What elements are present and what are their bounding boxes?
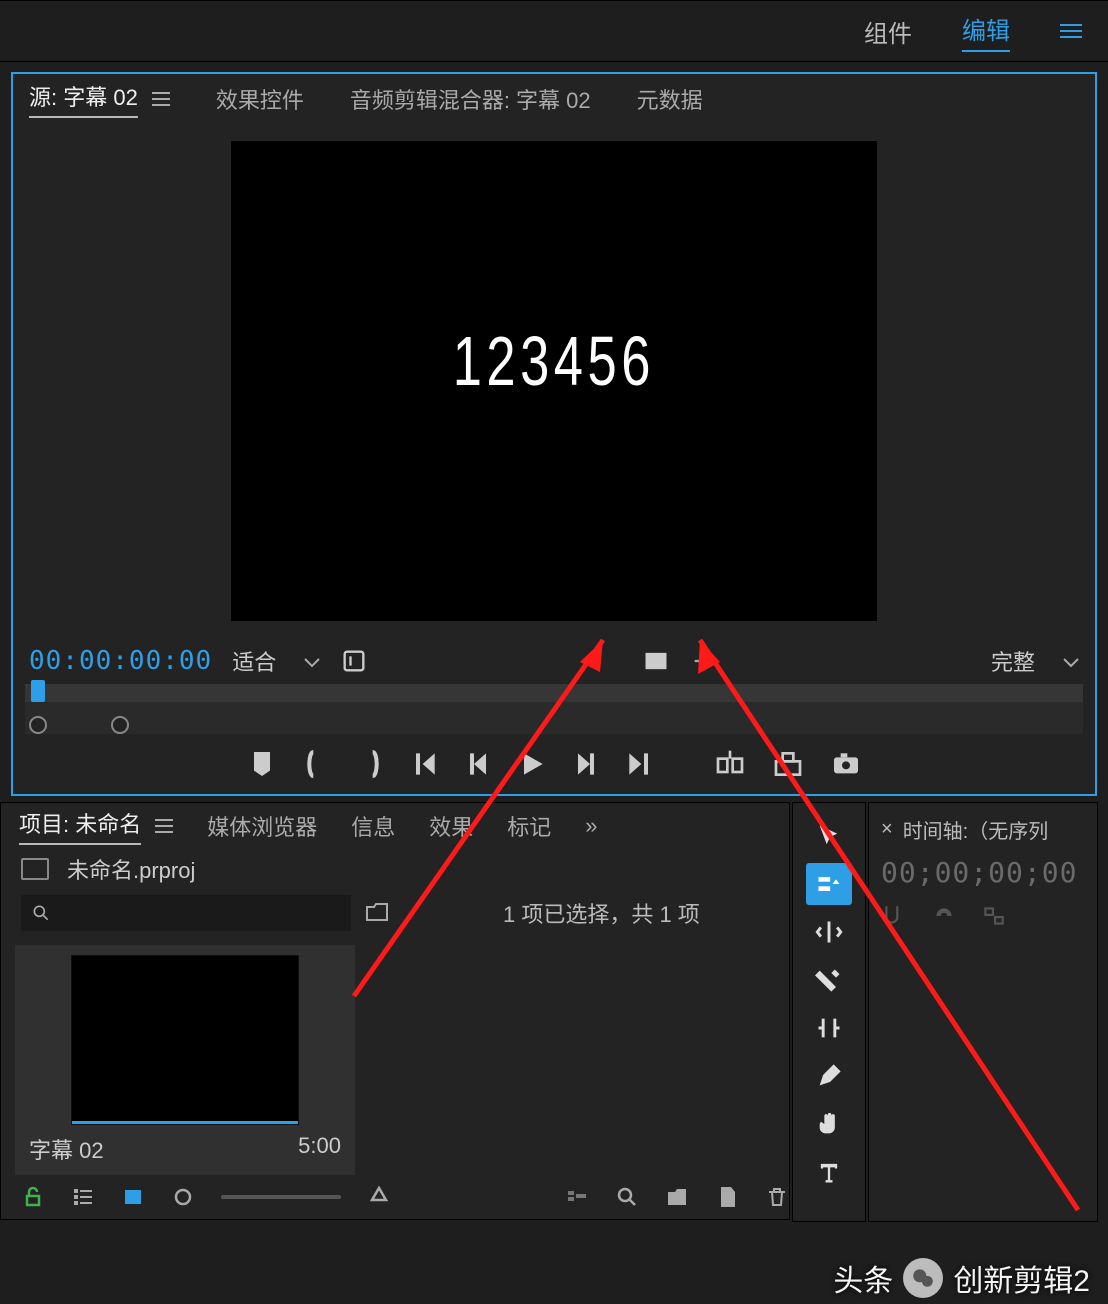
ripple-edit-tool[interactable] xyxy=(806,911,852,953)
clip-duration: 5:00 xyxy=(298,1133,341,1165)
icon-view-button[interactable] xyxy=(121,1185,145,1209)
watermark-text-1: 头条 xyxy=(833,1256,893,1300)
project-name-row: 未命名.prproj xyxy=(1,849,789,889)
zoom-slider[interactable] xyxy=(221,1195,341,1199)
lock-icon[interactable] xyxy=(21,1185,45,1209)
watermark-text-2: 创新剪辑2 xyxy=(953,1256,1090,1300)
tab-media-browser[interactable]: 媒体浏览器 xyxy=(207,810,317,842)
project-filename: 未命名.prproj xyxy=(67,853,195,885)
transport-bar xyxy=(13,734,1095,794)
go-to-out-button[interactable] xyxy=(624,748,656,780)
source-timecode[interactable]: 00:00:00:00 xyxy=(29,646,212,676)
pen-tool[interactable] xyxy=(806,1055,852,1097)
step-forward-button[interactable] xyxy=(570,748,602,780)
insert-button[interactable] xyxy=(714,748,746,780)
clip-item[interactable]: 字幕 02 5:00 xyxy=(15,945,355,1175)
new-item-button[interactable] xyxy=(715,1185,739,1209)
marker-settings-icon[interactable] xyxy=(981,903,1007,929)
settings-button[interactable] xyxy=(340,647,368,675)
selection-tool[interactable] xyxy=(806,815,852,857)
sort-icon[interactable] xyxy=(367,1185,391,1209)
mark-in-button[interactable] xyxy=(300,748,332,780)
hamburger-icon[interactable] xyxy=(1060,24,1082,38)
zoom-select[interactable]: 适合 xyxy=(232,645,320,677)
link-icon[interactable] xyxy=(931,903,957,929)
tab-project[interactable]: 项目: 未命名 xyxy=(19,807,173,845)
tab-overflow[interactable]: » xyxy=(585,813,597,839)
clip-thumbnail xyxy=(71,955,299,1125)
source-preview[interactable]: 123456 xyxy=(13,124,1095,638)
hamburger-icon[interactable] xyxy=(152,92,170,106)
source-controls-row: 00:00:00:00 适合 完整 xyxy=(13,638,1095,684)
video-frame: 123456 xyxy=(231,141,877,621)
source-timeline-ruler[interactable] xyxy=(25,684,1083,734)
snap-icon[interactable] xyxy=(881,903,907,929)
view-mode-icon[interactable] xyxy=(642,647,670,675)
timeline-title: 时间轴:（无序列 xyxy=(903,815,1049,844)
project-search-row: 1 项已选择，共 1 项 xyxy=(1,889,789,937)
trash-button[interactable] xyxy=(765,1185,789,1209)
tab-effects[interactable]: 效果 xyxy=(429,810,473,842)
timeline-toolbar xyxy=(881,903,1089,929)
clip-name: 字幕 02 xyxy=(29,1133,104,1165)
track-select-tool[interactable] xyxy=(806,863,852,905)
find-button[interactable] xyxy=(615,1185,639,1209)
project-panel-tabs: 项目: 未命名 媒体浏览器 信息 效果 标记 » xyxy=(1,803,789,849)
hand-tool[interactable] xyxy=(806,1103,852,1145)
resolution-select-label: 完整 xyxy=(991,645,1035,677)
tab-metadata[interactable]: 元数据 xyxy=(637,83,703,115)
workspace-tab-edit[interactable]: 编辑 xyxy=(962,11,1010,52)
search-input[interactable] xyxy=(21,895,351,931)
mark-out-button[interactable] xyxy=(354,748,386,780)
zoom-scrollbar[interactable] xyxy=(29,718,129,732)
type-tool[interactable] xyxy=(806,1151,852,1193)
export-frame-button[interactable] xyxy=(830,748,862,780)
title-text-content: 123456 xyxy=(453,321,655,401)
search-icon xyxy=(31,903,51,923)
playhead-icon[interactable] xyxy=(31,680,45,702)
tab-info[interactable]: 信息 xyxy=(351,810,395,842)
list-view-button[interactable] xyxy=(71,1185,95,1209)
tab-project-label: 项目: 未命名 xyxy=(19,807,141,845)
project-footer xyxy=(1,1175,789,1219)
close-icon[interactable]: × xyxy=(881,818,893,841)
overwrite-button[interactable] xyxy=(772,748,804,780)
watermark: 头条 创新剪辑2 xyxy=(833,1256,1090,1300)
source-monitor-panel: 源: 字幕 02 效果控件 音频剪辑混合器: 字幕 02 元数据 123456 … xyxy=(11,72,1097,796)
slip-tool[interactable] xyxy=(806,1007,852,1049)
source-panel-tabs: 源: 字幕 02 效果控件 音频剪辑混合器: 字幕 02 元数据 xyxy=(13,74,1095,124)
tool-palette xyxy=(792,802,866,1222)
hamburger-icon[interactable] xyxy=(155,819,173,833)
automate-to-sequence-icon[interactable] xyxy=(565,1185,589,1209)
freeform-view-button[interactable] xyxy=(171,1185,195,1209)
zoom-select-label: 适合 xyxy=(232,645,276,677)
new-bin-button[interactable] xyxy=(665,1185,689,1209)
selection-status: 1 项已选择，共 1 项 xyxy=(503,897,700,929)
tab-audio-clip-mixer[interactable]: 音频剪辑混合器: 字幕 02 xyxy=(350,83,591,115)
razor-tool[interactable] xyxy=(806,959,852,1001)
bin-icon[interactable] xyxy=(365,900,389,927)
project-icon xyxy=(21,858,49,880)
tab-effect-controls[interactable]: 效果控件 xyxy=(216,83,304,115)
timeline-timecode[interactable]: 00;00;00;00 xyxy=(881,856,1089,889)
safe-margins-icon[interactable] xyxy=(690,647,718,675)
chevron-down-icon xyxy=(304,648,320,674)
chevron-down-icon xyxy=(1063,648,1079,674)
workspace-bar: 组件 编辑 xyxy=(0,0,1108,62)
step-back-button[interactable] xyxy=(462,748,494,780)
tab-source-label: 源: 字幕 02 xyxy=(29,80,138,118)
timeline-panel: × 时间轴:（无序列 00;00;00;00 xyxy=(868,802,1098,1222)
project-panel: 项目: 未命名 媒体浏览器 信息 效果 标记 » 未命名.prproj 1 项已… xyxy=(0,802,790,1220)
tab-source[interactable]: 源: 字幕 02 xyxy=(29,80,170,118)
project-bins-area[interactable]: 字幕 02 5:00 xyxy=(1,937,789,1175)
resolution-select[interactable]: 完整 xyxy=(991,645,1079,677)
marker-button[interactable] xyxy=(246,748,278,780)
go-to-in-button[interactable] xyxy=(408,748,440,780)
tab-markers[interactable]: 标记 xyxy=(507,810,551,842)
play-button[interactable] xyxy=(516,748,548,780)
workspace-tab-assembly[interactable]: 组件 xyxy=(864,14,912,49)
wechat-icon xyxy=(903,1258,943,1298)
